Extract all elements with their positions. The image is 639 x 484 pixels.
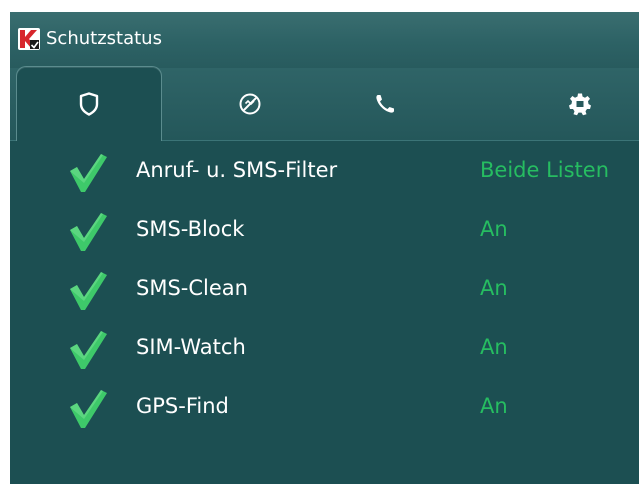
- list-item[interactable]: SIM-Watch An: [10, 327, 639, 386]
- checkmark-icon: [70, 272, 107, 310]
- checkmark-icon: [70, 390, 107, 428]
- list-item[interactable]: SMS-Clean An: [10, 268, 639, 327]
- feature-label: SMS-Block: [136, 217, 245, 241]
- feature-status: An: [480, 335, 508, 359]
- window-title: Schutzstatus: [46, 28, 162, 49]
- blocked-icon: [239, 93, 261, 115]
- feature-status: An: [480, 217, 508, 241]
- feature-label: SMS-Clean: [136, 276, 248, 300]
- app-window: Schutzstatus Anruf- u. SMS-Filter Beide …: [10, 12, 639, 484]
- list-item[interactable]: Anruf- u. SMS-Filter Beide Listen: [10, 150, 639, 209]
- checkmark-icon: [70, 213, 107, 251]
- tab-settings[interactable]: [530, 68, 630, 140]
- shield-icon: [79, 92, 99, 116]
- title-bar: Schutzstatus: [10, 12, 639, 68]
- tab-protection-status[interactable]: [16, 66, 162, 141]
- tab-bar: [10, 66, 639, 141]
- feature-status: An: [480, 394, 508, 418]
- checkmark-icon: [70, 331, 107, 369]
- tab-phone[interactable]: [340, 68, 430, 140]
- feature-label: SIM-Watch: [136, 335, 246, 359]
- feature-status: Beide Listen: [480, 158, 610, 182]
- list-item[interactable]: GPS-Find An: [10, 386, 639, 445]
- feature-label: GPS-Find: [136, 394, 229, 418]
- feature-status: An: [480, 276, 508, 300]
- feature-label: Anruf- u. SMS-Filter: [136, 158, 338, 182]
- phone-icon: [376, 95, 394, 113]
- list-item[interactable]: SMS-Block An: [10, 209, 639, 268]
- gear-icon: [569, 93, 591, 116]
- checkmark-icon: [70, 154, 107, 192]
- kaspersky-logo-icon: [18, 28, 40, 50]
- feature-list: Anruf- u. SMS-Filter Beide Listen SMS-Bl…: [10, 150, 639, 445]
- tab-blocked[interactable]: [188, 68, 312, 140]
